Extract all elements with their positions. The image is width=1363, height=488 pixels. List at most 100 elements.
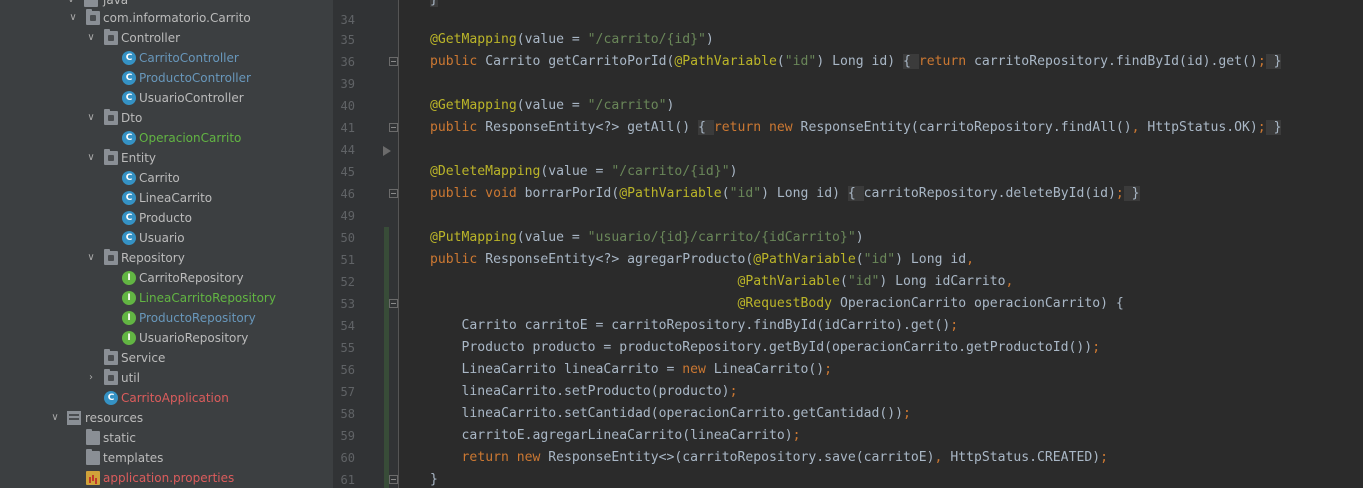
- chevron-down-icon[interactable]: ∨: [66, 8, 80, 28]
- fold-toggle-icon[interactable]: [389, 123, 398, 132]
- tree-item[interactable]: C LineaCarrito: [0, 188, 333, 208]
- chevron-down-icon[interactable]: ∨: [48, 408, 62, 428]
- line-number: 50: [340, 231, 355, 245]
- line-number: 41: [340, 121, 355, 135]
- package-folder-icon: [104, 369, 118, 385]
- tree-item-label: LineaCarrito: [139, 191, 213, 205]
- tree-item[interactable]: C OperacionCarrito: [0, 128, 333, 148]
- folder-icon: [84, 0, 98, 7]
- code-line[interactable]: Carrito carritoE = carritoRepository.fin…: [430, 315, 959, 337]
- tree-item-label: CarritoRepository: [139, 271, 244, 285]
- tree-item-label: com.informatorio.Carrito: [103, 11, 251, 25]
- code-line[interactable]: @GetMapping(value = "/carrito"): [430, 95, 674, 117]
- fold-toggle-icon[interactable]: [389, 299, 398, 308]
- tree-item[interactable]: templates: [0, 448, 333, 468]
- vcs-change-marker[interactable]: [384, 227, 389, 488]
- code-line[interactable]: lineaCarrito.setCantidad(operacionCarrit…: [430, 403, 911, 425]
- tree-item[interactable]: C ProductoController: [0, 68, 333, 88]
- line-number: 55: [340, 341, 355, 355]
- project-tree-panel: v java ∨com.informatorio.Carrito∨Control…: [0, 0, 333, 488]
- class-icon: C: [122, 51, 136, 65]
- fold-toggle-icon[interactable]: [389, 189, 398, 198]
- tree-item-label: resources: [85, 411, 144, 425]
- code-line[interactable]: public ResponseEntity<?> getAll() { retu…: [430, 117, 1282, 139]
- tree-item-label: application.properties: [103, 471, 235, 485]
- line-number: 44: [340, 143, 355, 157]
- code-line[interactable]: LineaCarrito lineaCarrito = new LineaCar…: [430, 359, 833, 381]
- resources-folder-icon: [67, 411, 81, 425]
- package-folder-icon: [104, 29, 118, 45]
- code-line[interactable]: public ResponseEntity<?> agregarProducto…: [430, 249, 974, 271]
- fold-toggle-icon[interactable]: [389, 475, 398, 484]
- gutter-separator: [398, 0, 399, 488]
- tree-item-label: UsuarioRepository: [139, 331, 249, 345]
- line-number: 36: [340, 55, 355, 69]
- tree-item-label: ProductoController: [139, 71, 251, 85]
- code-line[interactable]: Producto producto = productoRepository.g…: [430, 337, 1101, 359]
- tree-item[interactable]: I UsuarioRepository: [0, 328, 333, 348]
- folder-icon: [86, 449, 100, 465]
- chevron-right-icon[interactable]: ›: [84, 368, 98, 388]
- code-line[interactable]: lineaCarrito.setProducto(producto);: [430, 381, 738, 403]
- tree-item[interactable]: ∨ Entity: [0, 148, 333, 168]
- chevron-down-icon[interactable]: ∨: [84, 148, 98, 168]
- line-number: 60: [340, 451, 355, 465]
- tree-item[interactable]: application.properties: [0, 468, 333, 488]
- line-number: 53: [340, 297, 355, 311]
- line-number: 58: [340, 407, 355, 421]
- tree-item[interactable]: C UsuarioController: [0, 88, 333, 108]
- code-line[interactable]: carritoE.agregarLineaCarrito(lineaCarrit…: [430, 425, 801, 447]
- spring-app-icon: C: [104, 391, 118, 405]
- class-icon: C: [122, 71, 136, 85]
- package-folder-icon: [104, 149, 118, 165]
- tree-item-label: UsuarioController: [139, 91, 244, 105]
- tree-item[interactable]: › util: [0, 368, 333, 388]
- folder-icon: [86, 429, 100, 445]
- line-number: 52: [340, 275, 355, 289]
- tree-item[interactable]: I LineaCarritoRepository: [0, 288, 333, 308]
- code-line[interactable]: public Carrito getCarritoPorId(@PathVari…: [430, 51, 1282, 73]
- tree-item-label: ProductoRepository: [139, 311, 256, 325]
- tree-item[interactable]: C Carrito: [0, 168, 333, 188]
- class-icon: C: [122, 211, 136, 225]
- line-number: 54: [340, 319, 355, 333]
- interface-icon: I: [122, 271, 136, 285]
- tree-item[interactable]: ∨ com.informatorio.Carrito: [0, 8, 333, 28]
- tree-item[interactable]: C CarritoApplication: [0, 388, 333, 408]
- code-line[interactable]: @PathVariable("id") Long idCarrito,: [430, 271, 1013, 293]
- tree-item[interactable]: C Usuario: [0, 228, 333, 248]
- package-folder-icon: [104, 349, 118, 365]
- line-number: 51: [340, 253, 355, 267]
- fold-toggle-icon[interactable]: [389, 57, 398, 66]
- tree-item[interactable]: ∨ resources: [0, 408, 333, 428]
- tree-item-label: OperacionCarrito: [139, 131, 242, 145]
- play-arrow-icon[interactable]: [383, 146, 391, 156]
- chevron-down-icon[interactable]: ∨: [84, 28, 98, 48]
- tree-item[interactable]: ∨ Controller: [0, 28, 333, 48]
- interface-icon: I: [122, 291, 136, 305]
- class-icon: C: [122, 131, 136, 145]
- tree-item-label: Dto: [121, 111, 143, 125]
- line-number: 39: [340, 77, 355, 91]
- code-line[interactable]: public void borrarPorId(@PathVariable("i…: [430, 183, 1140, 205]
- tree-item[interactable]: C CarritoController: [0, 48, 333, 68]
- code-line[interactable]: @RequestBody OperacionCarrito operacionC…: [430, 293, 1123, 315]
- tree-item[interactable]: ∨ Repository: [0, 248, 333, 268]
- line-number: 61: [340, 473, 355, 487]
- code-line[interactable]: @PutMapping(value = "usuario/{id}/carrit…: [430, 227, 864, 249]
- tree-item[interactable]: Service: [0, 348, 333, 368]
- chevron-down-icon[interactable]: ∨: [84, 248, 98, 268]
- tree-item[interactable]: C Producto: [0, 208, 333, 228]
- tree-item[interactable]: ∨ Dto: [0, 108, 333, 128]
- line-number: 35: [340, 33, 355, 47]
- code-line[interactable]: @GetMapping(value = "/carrito/{id}"): [430, 29, 714, 51]
- code-line[interactable]: @DeleteMapping(value = "/carrito/{id}"): [430, 161, 737, 183]
- chevron-down-icon[interactable]: ∨: [84, 108, 98, 128]
- code-line[interactable]: }: [430, 0, 438, 11]
- code-line[interactable]: }: [430, 469, 438, 488]
- tree-item[interactable]: I CarritoRepository: [0, 268, 333, 288]
- code-line[interactable]: return new ResponseEntity<>(carritoRepos…: [430, 447, 1108, 469]
- tree-item-label: static: [103, 431, 136, 445]
- tree-item[interactable]: static: [0, 428, 333, 448]
- tree-item[interactable]: I ProductoRepository: [0, 308, 333, 328]
